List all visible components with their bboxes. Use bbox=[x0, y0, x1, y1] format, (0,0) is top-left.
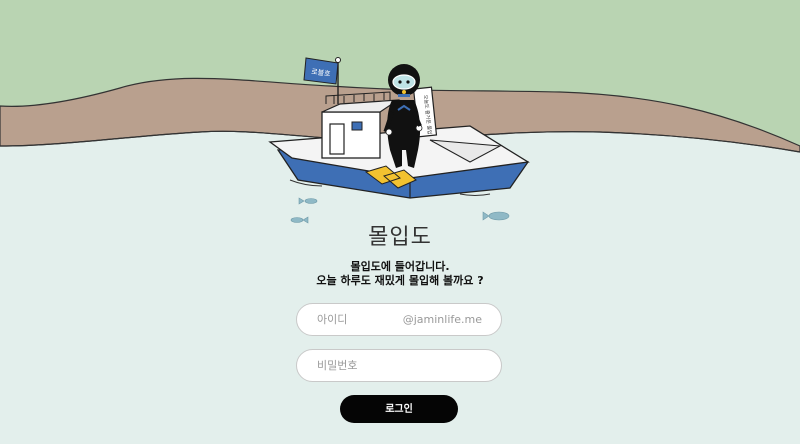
email-domain-label: @jaminlife.me bbox=[402, 313, 482, 326]
login-button[interactable]: 로그인 bbox=[340, 395, 458, 423]
password-input[interactable] bbox=[317, 350, 417, 381]
page-title: 몰입도 bbox=[368, 225, 432, 250]
id-field[interactable]: @jaminlife.me bbox=[296, 303, 502, 336]
password-field[interactable] bbox=[296, 349, 502, 382]
intro-line-2: 오늘 하루도 재밌게 몰입해 볼까요 ? bbox=[316, 274, 484, 287]
